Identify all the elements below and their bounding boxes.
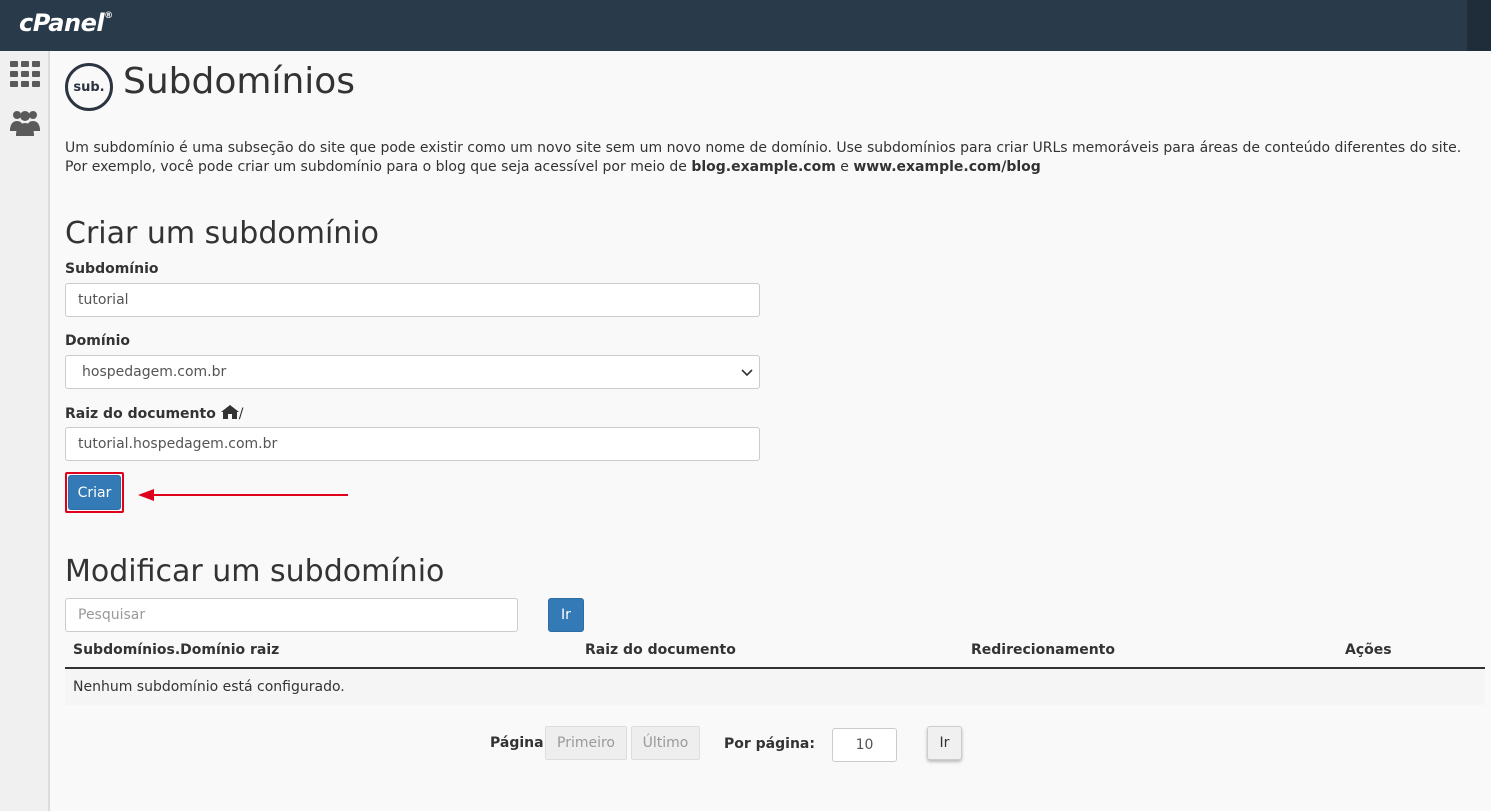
grid-apps-icon[interactable] bbox=[10, 61, 40, 91]
last-page-button[interactable]: Último bbox=[631, 726, 700, 760]
column-redirect[interactable]: Redirecionamento bbox=[971, 642, 1115, 658]
domain-select[interactable]: hospedagem.com.br bbox=[65, 355, 760, 389]
column-docroot[interactable]: Raiz do documento bbox=[585, 642, 736, 658]
intro-example-path: www.example.com/blog bbox=[853, 159, 1041, 175]
table-empty-row: Nenhum subdomínio está configurado. bbox=[65, 669, 1485, 705]
domain-selected-value: hospedagem.com.br bbox=[82, 364, 227, 380]
column-actions: Ações bbox=[1345, 642, 1392, 658]
subdomain-input[interactable] bbox=[65, 283, 760, 317]
page-title: Subdomínios bbox=[123, 61, 356, 102]
modify-heading: Modificar um subdomínio bbox=[65, 554, 445, 589]
column-subdomain[interactable]: Subdomínios.Domínio raiz bbox=[73, 642, 279, 658]
docroot-suffix: / bbox=[238, 406, 244, 422]
subdomain-icon: sub. bbox=[65, 63, 113, 111]
users-icon[interactable] bbox=[10, 107, 40, 137]
logo-text: cPanel bbox=[19, 9, 105, 37]
logo-registered-mark: ® bbox=[104, 11, 113, 21]
intro-example-subdomain: blog.example.com bbox=[691, 159, 836, 175]
docroot-label: Raiz do documento / bbox=[65, 405, 243, 422]
search-go-button[interactable]: Ir bbox=[548, 598, 584, 632]
search-input[interactable] bbox=[65, 598, 518, 632]
home-icon bbox=[220, 405, 239, 419]
intro-text: Um subdomínio é uma subseção do site que… bbox=[65, 139, 1487, 177]
per-page-label: Por página: bbox=[724, 736, 815, 752]
per-page-go-button[interactable]: Ir bbox=[927, 726, 962, 760]
pagination-label: Página: bbox=[490, 735, 550, 751]
cpanel-logo[interactable]: cPanel® bbox=[19, 9, 113, 37]
subdomain-label: Subdomínio bbox=[65, 261, 159, 277]
left-sidebar bbox=[0, 51, 50, 811]
docroot-label-text: Raiz do documento bbox=[65, 406, 216, 422]
chevron-down-icon bbox=[741, 369, 753, 377]
top-header: cPanel® bbox=[0, 0, 1491, 51]
domain-label: Domínio bbox=[65, 333, 131, 349]
docroot-input[interactable] bbox=[65, 427, 760, 461]
first-page-button[interactable]: Primeiro bbox=[545, 726, 627, 760]
per-page-input[interactable] bbox=[832, 728, 897, 762]
create-button[interactable]: Criar bbox=[68, 475, 121, 510]
arrow-pointer-icon bbox=[138, 489, 348, 501]
intro-part-2: e bbox=[835, 159, 854, 175]
create-heading: Criar um subdomínio bbox=[65, 216, 379, 251]
subdomain-icon-text: sub. bbox=[73, 79, 105, 95]
header-edge bbox=[1467, 0, 1491, 51]
empty-message: Nenhum subdomínio está configurado. bbox=[73, 679, 345, 695]
